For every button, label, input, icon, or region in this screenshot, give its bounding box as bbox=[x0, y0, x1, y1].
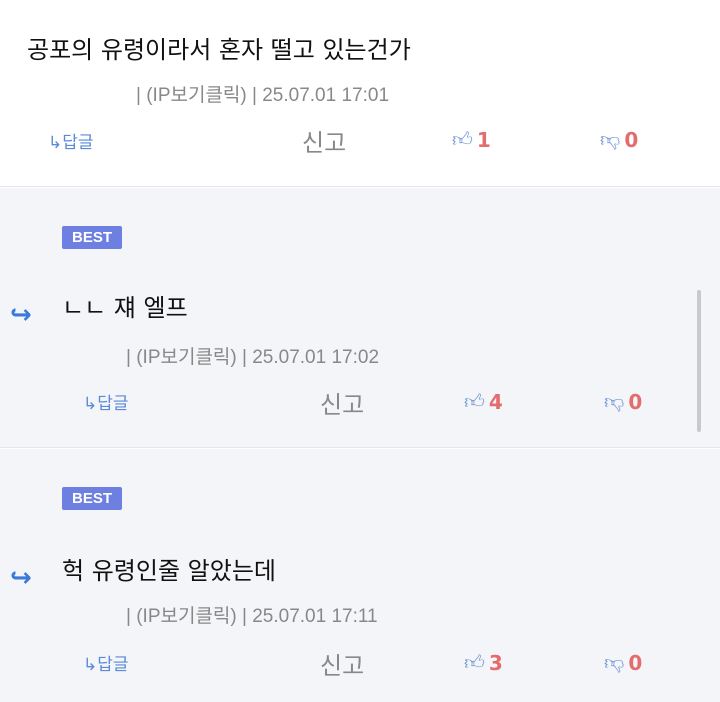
reply-button[interactable]: ↳답글 bbox=[83, 389, 129, 414]
thumbs-down-icon: 👎︎ bbox=[604, 650, 625, 674]
thumbs-up-icon: 👍︎ bbox=[452, 127, 473, 151]
best-badge: BEST bbox=[62, 487, 123, 510]
comment-item: BEST ↪ 헉 유령인줄 알았는데 | (IP보기클릭) | 25.07.01… bbox=[0, 449, 720, 702]
dislike-button[interactable]: 👎︎ 0 bbox=[600, 127, 638, 152]
scrollbar[interactable] bbox=[697, 290, 701, 432]
dislike-count: 0 bbox=[624, 127, 639, 152]
comment-item: BEST ↪ ㄴㄴ 쟤 엘프 | (IP보기클릭) | 25.07.01 17:… bbox=[0, 188, 720, 448]
dislike-count: 0 bbox=[628, 650, 643, 675]
comment-meta: | (IP보기클릭) | 25.07.01 17:01 bbox=[136, 85, 390, 106]
best-badge: BEST bbox=[62, 226, 123, 249]
thumbs-down-icon: 👎︎ bbox=[600, 127, 621, 151]
dislike-count: 0 bbox=[628, 389, 643, 414]
like-button[interactable]: 👍︎ 1 bbox=[452, 127, 491, 152]
reply-arrow-icon: ↪ bbox=[10, 300, 32, 330]
like-count: 3 bbox=[488, 650, 503, 675]
like-count: 4 bbox=[488, 389, 503, 414]
thumbs-down-icon: 👎︎ bbox=[604, 389, 625, 413]
reply-button[interactable]: ↳답글 bbox=[83, 650, 129, 675]
dislike-button[interactable]: 👎︎ 0 bbox=[604, 389, 642, 414]
comment-text: ㄴㄴ 쟤 엘프 bbox=[62, 294, 188, 322]
like-button[interactable]: 👍︎ 4 bbox=[464, 389, 503, 414]
report-button[interactable]: 신고 bbox=[320, 385, 364, 420]
like-button[interactable]: 👍︎ 3 bbox=[464, 650, 503, 675]
comment-meta: | (IP보기클릭) | 25.07.01 17:11 bbox=[126, 606, 378, 627]
dislike-button[interactable]: 👎︎ 0 bbox=[604, 650, 642, 675]
report-button[interactable]: 신고 bbox=[320, 646, 364, 681]
thumbs-up-icon: 👍︎ bbox=[464, 650, 485, 674]
report-button[interactable]: 신고 bbox=[302, 123, 346, 158]
comment-item: 공포의 유령이라서 혼자 떨고 있는건가 | (IP보기클릭) | 25.07.… bbox=[0, 0, 720, 187]
comment-text: 헉 유령인줄 알았는데 bbox=[62, 557, 276, 585]
reply-arrow-icon: ↪ bbox=[10, 563, 32, 593]
thumbs-up-icon: 👍︎ bbox=[464, 389, 485, 413]
comment-meta: | (IP보기클릭) | 25.07.01 17:02 bbox=[126, 347, 380, 368]
comment-text: 공포의 유령이라서 혼자 떨고 있는건가 bbox=[27, 36, 411, 64]
reply-button[interactable]: ↳답글 bbox=[48, 128, 94, 153]
like-count: 1 bbox=[476, 127, 491, 152]
